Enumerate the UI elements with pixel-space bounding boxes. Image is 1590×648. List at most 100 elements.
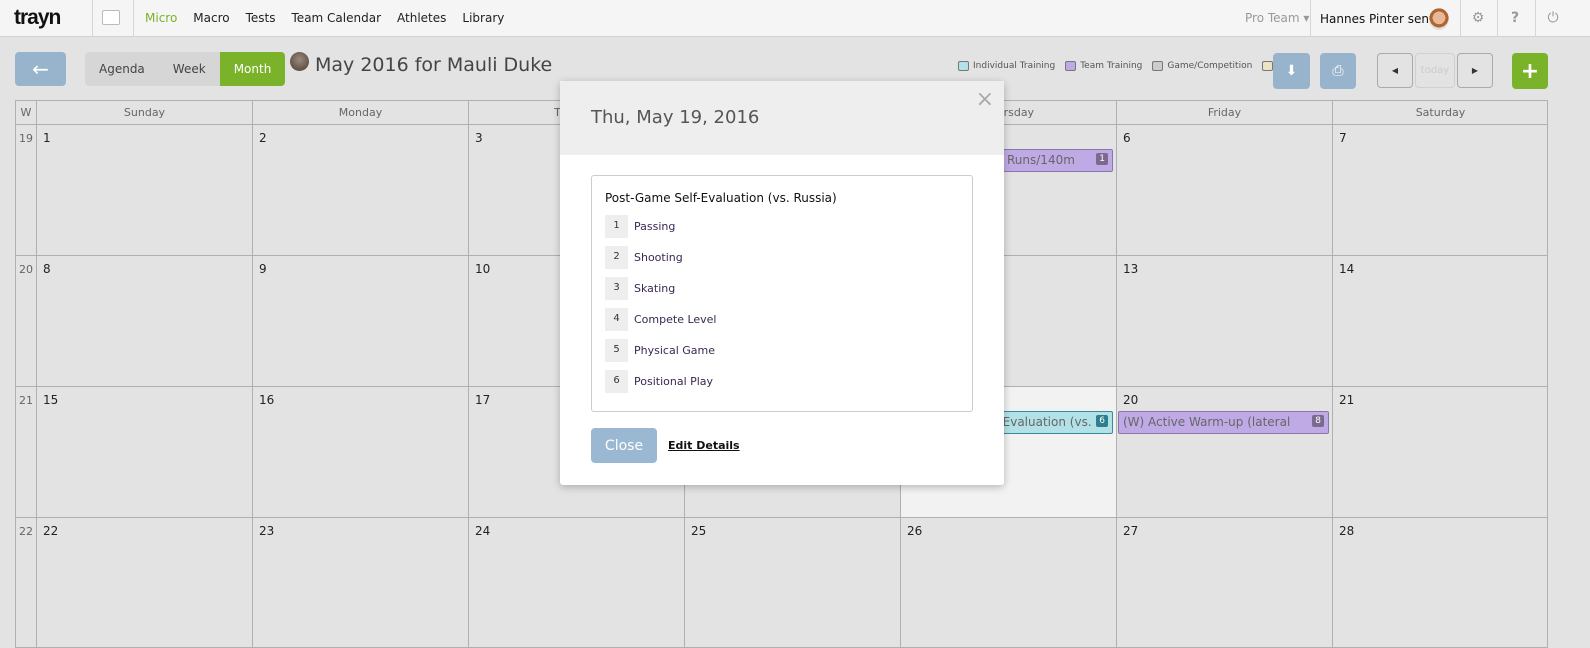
day-number: 14 <box>1339 262 1355 276</box>
week-number: 22 <box>19 525 33 538</box>
divider <box>1497 0 1498 37</box>
day-cell[interactable]: 13 <box>1116 256 1332 386</box>
trayn-logo[interactable]: trayn <box>14 6 61 30</box>
view-agenda[interactable]: Agenda <box>85 52 159 86</box>
day-cell[interactable]: 23 <box>252 518 468 647</box>
page-title: May 2016 for Mauli Duke <box>290 51 553 76</box>
event-title: (W) Active Warm-up (lateral <box>1123 415 1291 429</box>
day-number: 28 <box>1339 524 1355 538</box>
day-cell[interactable]: 26 <box>900 518 1116 647</box>
power-icon[interactable]: ⏻ <box>1545 10 1561 26</box>
day-cell[interactable]: 1 <box>36 125 252 255</box>
week-number: 20 <box>19 263 33 276</box>
today-button[interactable]: today <box>1415 53 1455 88</box>
edit-details-link[interactable]: Edit Details <box>668 439 740 452</box>
day-number: 7 <box>1339 131 1347 145</box>
item-label: Shooting <box>634 251 683 264</box>
day-cell[interactable]: 22 <box>36 518 252 647</box>
back-button[interactable]: ← <box>15 52 66 86</box>
main-nav: Micro Macro Tests Team Calendar Athletes Libr… <box>145 11 504 25</box>
week-column-header: W <box>20 106 32 119</box>
divider <box>1535 0 1536 37</box>
page-title-text: May 2016 for Mauli Duke <box>315 54 553 76</box>
day-cell[interactable]: 9 <box>252 256 468 386</box>
day-cell[interactable]: 6 <box>1116 125 1332 255</box>
week-number-cell: 20 <box>16 256 36 386</box>
divider <box>92 0 93 37</box>
day-cell[interactable]: 20 (W) Active Warm-up (lateral 8 <box>1116 387 1332 517</box>
day-cell[interactable]: 28 <box>1332 518 1548 647</box>
day-number: 21 <box>1339 393 1355 407</box>
evaluation-item: 6 Positional Play <box>605 370 959 393</box>
modal-title: Thu, May 19, 2016 <box>591 107 760 128</box>
day-number: 23 <box>259 524 275 538</box>
legend-item: Game/Competition <box>1152 61 1252 71</box>
day-number: 9 <box>259 262 267 276</box>
view-switcher: Agenda Week Month <box>85 52 286 86</box>
add-button[interactable]: + <box>1512 53 1548 89</box>
view-week[interactable]: Week <box>159 52 220 86</box>
day-cell[interactable]: 27 <box>1116 518 1332 647</box>
week-number: 21 <box>19 394 33 407</box>
nav-item-team-calendar[interactable]: Team Calendar <box>292 11 382 25</box>
week-number-cell: 22 <box>16 518 36 647</box>
divider <box>133 0 134 37</box>
day-cell[interactable]: 21 <box>1332 387 1548 517</box>
legend-swatch <box>1152 61 1164 71</box>
top-navbar: trayn Micro Macro Tests Team Calendar Athlet… <box>0 0 1590 37</box>
day-number: 25 <box>691 524 707 538</box>
day-cell[interactable]: 14 <box>1332 256 1548 386</box>
day-header-sunday: Sunday <box>36 101 252 124</box>
athlete-avatar <box>290 51 309 71</box>
item-label: Positional Play <box>634 375 714 388</box>
day-number: 26 <box>907 524 923 538</box>
day-cell[interactable]: 7 <box>1332 125 1548 255</box>
legend-label: Team Training <box>1080 61 1143 71</box>
day-cell[interactable]: 2 <box>252 125 468 255</box>
nav-item-macro[interactable]: Macro <box>193 11 229 25</box>
item-label: Compete Level <box>634 313 717 326</box>
legend-item: Team Training <box>1065 61 1142 71</box>
nav-item-athletes[interactable]: Athletes <box>397 11 446 25</box>
chat-icon[interactable] <box>102 10 120 25</box>
divider <box>1310 0 1311 37</box>
user-name[interactable]: Hannes Pinter sen. <box>1320 12 1433 26</box>
day-header-saturday: Saturday <box>1332 101 1548 124</box>
item-label: Passing <box>634 220 676 233</box>
close-button[interactable]: Close <box>591 428 657 463</box>
day-number: 6 <box>1123 131 1131 145</box>
day-header-monday: Monday <box>252 101 468 124</box>
prev-month-button[interactable]: ◀ <box>1377 53 1413 88</box>
day-cell[interactable]: 24 <box>468 518 684 647</box>
day-cell[interactable]: 15 <box>36 387 252 517</box>
evaluation-item: 3 Skating <box>605 277 959 300</box>
help-icon[interactable]: ? <box>1507 10 1523 26</box>
user-avatar[interactable] <box>1429 8 1449 30</box>
team-dropdown[interactable]: Pro Team ▾ <box>1245 11 1309 25</box>
week-number-cell: 21 <box>16 387 36 517</box>
evaluation-box: Post-Game Self-Evaluation (vs. Russia) 1… <box>591 175 973 412</box>
evaluation-item: 2 Shooting <box>605 246 959 269</box>
nav-item-micro[interactable]: Micro <box>145 11 177 25</box>
print-icon[interactable]: ⎙ <box>1320 53 1356 89</box>
download-icon[interactable]: ⬇ <box>1273 53 1310 89</box>
day-header-friday: Friday <box>1116 101 1332 124</box>
day-cell[interactable]: 16 <box>252 387 468 517</box>
day-cell[interactable]: 8 <box>36 256 252 386</box>
legend-label: Game/Competition <box>1167 61 1253 71</box>
next-month-button[interactable]: ▶ <box>1457 53 1493 88</box>
day-number: 15 <box>43 393 59 407</box>
calendar-event[interactable]: (W) Active Warm-up (lateral 8 <box>1118 411 1329 434</box>
evaluation-item: 5 Physical Game <box>605 339 959 362</box>
view-month[interactable]: Month <box>219 52 286 86</box>
day-detail-modal: Thu, May 19, 2016 × Post-Game Self-Evalu… <box>560 81 1004 485</box>
nav-item-tests[interactable]: Tests <box>246 11 276 25</box>
day-number: 1 <box>43 131 51 145</box>
week-number-cell: 19 <box>16 125 36 255</box>
close-icon[interactable]: × <box>976 87 994 112</box>
legend-swatch <box>958 61 969 71</box>
day-cell[interactable]: 25 <box>684 518 900 647</box>
week-number: 19 <box>19 132 33 145</box>
nav-item-library[interactable]: Library <box>462 11 504 25</box>
gear-icon[interactable]: ⚙ <box>1470 10 1486 26</box>
